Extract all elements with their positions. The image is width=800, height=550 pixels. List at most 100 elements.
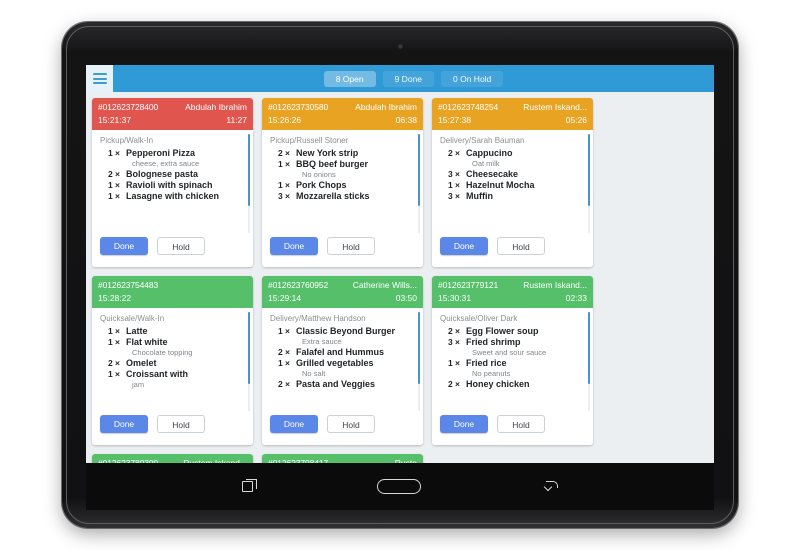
- item-quantity: 1 ×: [107, 369, 120, 379]
- order-items-scrollbar[interactable]: [417, 312, 420, 411]
- order-card[interactable]: #012623754483 15:28:22 Quicksale/Walk-In 1 …: [92, 276, 253, 445]
- home-icon[interactable]: [377, 479, 421, 494]
- order-card[interactable]: #012623779121 Rustem Iskand... 15:30:31 02:…: [432, 276, 593, 445]
- order-card-header: #012623748254 Rustem Iskand... 15:27:38 05:…: [432, 98, 593, 130]
- order-card-header: #012623798417Ruste15:33:19: [262, 454, 423, 463]
- hold-button[interactable]: Hold: [157, 237, 205, 255]
- hold-button[interactable]: Hold: [497, 237, 545, 255]
- hold-button[interactable]: Hold: [157, 415, 205, 433]
- order-items-list[interactable]: Delivery/Sarah Bauman 2 × Cappucino Oat mil…: [432, 130, 593, 233]
- order-card-header: #012623728400 Abdulah Ibrahim 15:21:37 11:2…: [92, 98, 253, 130]
- item-name: Cappucino: [466, 148, 513, 158]
- item-name: Pork Chops: [296, 180, 347, 190]
- scrollbar-thumb[interactable]: [247, 134, 250, 206]
- order-items-scrollbar[interactable]: [247, 312, 250, 411]
- done-button[interactable]: Done: [100, 237, 148, 255]
- order-card-actions: Done Hold: [262, 411, 423, 445]
- item-quantity: 1 ×: [107, 180, 120, 190]
- order-card-header: #012623780390Rustem Iskand...15:31:3601:…: [92, 454, 253, 463]
- scrollbar-thumb[interactable]: [587, 312, 590, 384]
- order-card-header: #012623760952 Catherine Wills... 15:29:14 0…: [262, 276, 423, 308]
- item-name: Flat white: [126, 337, 168, 347]
- item-quantity: 1 ×: [277, 358, 290, 368]
- done-button[interactable]: Done: [270, 415, 318, 433]
- done-button[interactable]: Done: [270, 237, 318, 255]
- item-name: New York strip: [296, 148, 359, 158]
- app-bar: 8 Open 9 Done 0 On Hold: [86, 65, 714, 92]
- order-card[interactable]: #012623780390Rustem Iskand...15:31:3601:…: [92, 454, 253, 463]
- item-note: Oat milk: [472, 159, 500, 168]
- order-card[interactable]: #012623798417Ruste15:33:19Pickup/Walk-In…: [262, 454, 423, 463]
- order-elapsed-timer: 11:27: [226, 115, 247, 125]
- order-line-item: 2 × Bolognese pasta: [100, 169, 245, 179]
- order-card-actions: Done Hold: [432, 233, 593, 267]
- item-name: Mozzarella sticks: [296, 191, 370, 201]
- item-name: Lasagne with chicken: [126, 191, 220, 201]
- order-items-list[interactable]: Quicksale/Oliver Dark 2 × Egg Flower soup 3…: [432, 308, 593, 411]
- item-name: Pepperoni Pizza: [126, 148, 196, 158]
- scrollbar-thumb[interactable]: [417, 312, 420, 384]
- order-id: #012623754483: [98, 280, 159, 290]
- order-items-list[interactable]: Delivery/Matthew Handson 1 × Classic Beyon…: [262, 308, 423, 411]
- hamburger-icon[interactable]: [86, 65, 113, 92]
- android-navigation-bar: [86, 463, 714, 510]
- order-type-label: Delivery/Sarah Bauman: [440, 136, 525, 145]
- order-board: #012623728400 Abdulah Ibrahim 15:21:37 11:2…: [86, 92, 714, 463]
- done-button[interactable]: Done: [440, 237, 488, 255]
- item-quantity: 1 ×: [277, 326, 290, 336]
- order-line-item: 3 × Cheesecake: [440, 169, 585, 179]
- item-note: Chocolate topping: [132, 348, 193, 357]
- item-quantity: 1 ×: [277, 159, 290, 169]
- order-customer-name: Rustem Iskand...: [523, 102, 587, 112]
- order-items-scrollbar[interactable]: [417, 134, 420, 233]
- item-quantity: 1 ×: [107, 337, 120, 347]
- order-items-list[interactable]: Pickup/Walk-In 1 × Pepperoni Pizza cheese, …: [92, 130, 253, 233]
- order-line-item: 1 × Hazelnut Mocha: [440, 180, 585, 190]
- item-name: Cheesecake: [466, 169, 519, 179]
- order-id: #012623760952: [268, 280, 329, 290]
- item-name: Muffin: [466, 191, 493, 201]
- order-card[interactable]: #012623728400 Abdulah Ibrahim 15:21:37 11:2…: [92, 98, 253, 267]
- tab-on-hold[interactable]: 0 On Hold: [441, 70, 504, 87]
- order-type-label: Pickup/Walk-In: [100, 136, 154, 145]
- hold-button[interactable]: Hold: [327, 415, 375, 433]
- item-name: Bolognese pasta: [126, 169, 199, 179]
- order-items-scrollbar[interactable]: [587, 312, 590, 411]
- item-name: Pasta and Veggies: [296, 379, 376, 389]
- order-card-actions: Done Hold: [92, 411, 253, 445]
- order-items-scrollbar[interactable]: [587, 134, 590, 233]
- order-card-header: #012623754483 15:28:22: [92, 276, 253, 308]
- item-quantity: 3 ×: [277, 191, 290, 201]
- scrollbar-thumb[interactable]: [417, 134, 420, 206]
- order-line-item: 2 × Honey chicken: [440, 379, 585, 389]
- item-quantity: 1 ×: [277, 180, 290, 190]
- recents-icon[interactable]: [242, 478, 257, 492]
- item-note: No salt: [302, 369, 326, 378]
- scrollbar-thumb[interactable]: [247, 312, 250, 384]
- scrollbar-thumb[interactable]: [587, 134, 590, 206]
- order-card-actions: Done Hold: [262, 233, 423, 267]
- item-quantity: 1 ×: [447, 358, 460, 368]
- order-card-actions: Done Hold: [92, 233, 253, 267]
- tab-done[interactable]: 9 Done: [382, 70, 435, 87]
- order-time: 15:29:14: [268, 293, 302, 303]
- done-button[interactable]: Done: [100, 415, 148, 433]
- order-items-scrollbar[interactable]: [247, 134, 250, 233]
- order-line-item: 2 × Cappucino: [440, 148, 585, 158]
- item-note: Extra sauce: [302, 337, 342, 346]
- item-name: Grilled vegetables: [296, 358, 374, 368]
- hold-button[interactable]: Hold: [327, 237, 375, 255]
- tab-open[interactable]: 8 Open: [323, 70, 376, 87]
- order-time: 15:27:38: [438, 115, 472, 125]
- order-card[interactable]: #012623760952 Catherine Wills... 15:29:14 0…: [262, 276, 423, 445]
- order-items-list[interactable]: Pickup/Russell Stoner 2 × New York strip 1 …: [262, 130, 423, 233]
- order-line-item: 1 × Pepperoni Pizza: [100, 148, 245, 158]
- order-items-list[interactable]: Quicksale/Walk-In 1 × Latte 1 × Flat white Ch…: [92, 308, 253, 411]
- hold-button[interactable]: Hold: [497, 415, 545, 433]
- order-card[interactable]: #012623748254 Rustem Iskand... 15:27:38 05:…: [432, 98, 593, 267]
- back-icon[interactable]: [545, 481, 558, 492]
- order-card[interactable]: #012623730580 Abdulah Ibrahim 15:26:26 06:3…: [262, 98, 423, 267]
- done-button[interactable]: Done: [440, 415, 488, 433]
- order-line-item: 2 × Egg Flower soup: [440, 326, 585, 336]
- item-quantity: 3 ×: [447, 191, 460, 201]
